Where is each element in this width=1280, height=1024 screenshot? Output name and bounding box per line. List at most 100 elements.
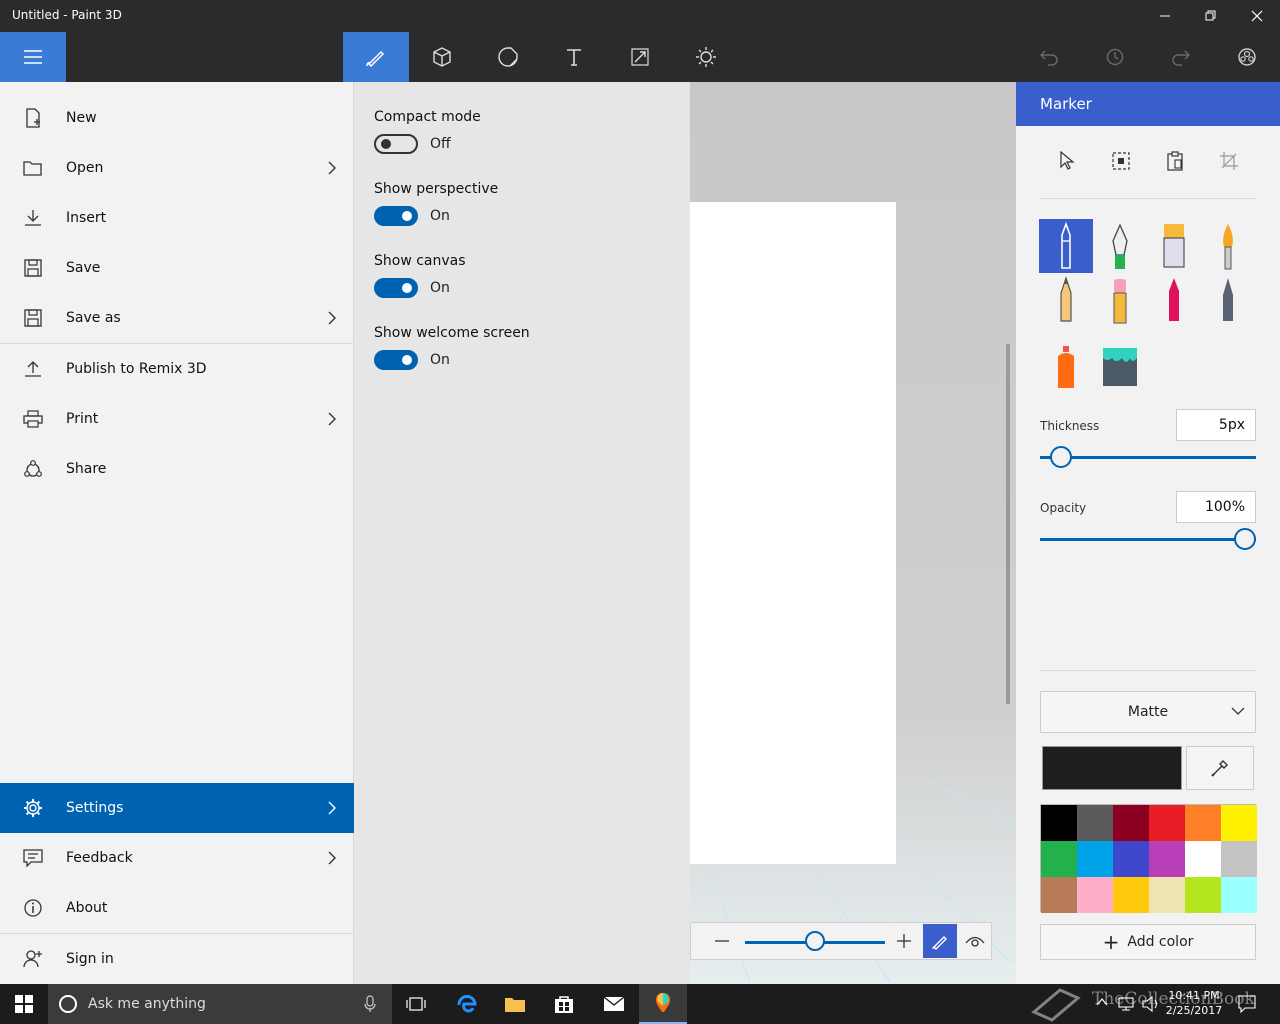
eyedropper-button[interactable] (1186, 746, 1254, 790)
palette-swatch[interactable] (1185, 841, 1221, 877)
notification-icon[interactable] (1238, 995, 1256, 1013)
palette-swatch[interactable] (1113, 805, 1149, 841)
palette-swatch[interactable] (1113, 841, 1149, 877)
palette-swatch[interactable] (1041, 877, 1077, 913)
palette-swatch[interactable] (1077, 805, 1113, 841)
tab-text[interactable] (541, 32, 607, 82)
palette-swatch[interactable] (1221, 877, 1257, 913)
opacity-input[interactable]: 100% (1176, 491, 1256, 523)
palette-swatch[interactable] (1185, 877, 1221, 913)
tab-art-tools[interactable] (343, 32, 409, 82)
palette-swatch[interactable] (1221, 841, 1257, 877)
microphone-icon[interactable] (364, 995, 376, 1013)
menu-button[interactable] (0, 32, 66, 82)
taskbar-search[interactable]: Ask me anything (48, 984, 392, 1024)
menu-item-open[interactable]: Open (0, 143, 354, 193)
palette-swatch[interactable] (1221, 805, 1257, 841)
tab-effects[interactable] (673, 32, 739, 82)
window-title: Untitled - Paint 3D (12, 8, 122, 22)
menu-item-settings[interactable]: Settings (0, 783, 354, 833)
minimize-button[interactable] (1142, 0, 1188, 32)
panel-title: Marker (1040, 95, 1092, 113)
start-button[interactable] (0, 984, 48, 1024)
taskbar-paint-3d[interactable] (639, 984, 687, 1024)
chevron-right-icon (328, 161, 336, 175)
brush-calligraphy-pen[interactable] (1093, 219, 1147, 273)
thickness-input[interactable]: 5px (1176, 409, 1256, 441)
brush-watercolor[interactable] (1201, 219, 1255, 273)
taskbar-clock[interactable]: 10:41 PM 2/25/2017 (1160, 988, 1228, 1018)
brush-pencil[interactable] (1201, 273, 1255, 327)
palette-swatch[interactable] (1185, 805, 1221, 841)
task-view-button[interactable] (392, 984, 440, 1024)
share-icon (22, 458, 44, 480)
taskbar-mail[interactable] (590, 984, 638, 1024)
redo-button[interactable] (1158, 32, 1204, 82)
tab-stickers[interactable] (475, 32, 541, 82)
close-button[interactable] (1234, 0, 1280, 32)
opacity-slider[interactable] (1040, 538, 1256, 541)
zoom-out-button[interactable] (709, 923, 735, 959)
drawing-canvas[interactable] (690, 202, 896, 864)
volume-icon[interactable] (1142, 996, 1160, 1012)
palette-swatch[interactable] (1149, 877, 1185, 913)
opacity-slider-thumb[interactable] (1234, 528, 1256, 550)
menu-item-feedback[interactable]: Feedback (0, 833, 354, 883)
show-canvas-toggle[interactable] (374, 278, 418, 298)
show-welcome-toggle[interactable] (374, 350, 418, 370)
select-tool-button[interactable] (1052, 146, 1082, 176)
finish-dropdown[interactable]: Matte (1040, 691, 1256, 733)
brush-crayon[interactable] (1147, 273, 1201, 327)
taskbar-file-explorer[interactable] (491, 984, 539, 1024)
zoom-slider-thumb[interactable] (805, 931, 825, 951)
palette-swatch[interactable] (1041, 841, 1077, 877)
menu-item-insert[interactable]: Insert (0, 193, 354, 243)
palette-swatch[interactable] (1077, 877, 1113, 913)
brush-marker[interactable] (1039, 219, 1093, 273)
remix-community-button[interactable] (1224, 32, 1270, 82)
menu-item-save-as[interactable]: Save as (0, 293, 354, 343)
history-button[interactable] (1092, 32, 1138, 82)
tab-3d-objects[interactable] (409, 32, 475, 82)
insert-icon (22, 207, 44, 229)
thickness-slider[interactable] (1040, 456, 1256, 459)
palette-swatch[interactable] (1077, 841, 1113, 877)
add-color-button[interactable]: + Add color (1040, 924, 1256, 960)
palette-swatch[interactable] (1149, 841, 1185, 877)
panel-divider (1040, 198, 1256, 199)
menu-item-about[interactable]: About (0, 883, 354, 933)
taskbar-store[interactable] (540, 984, 588, 1024)
zoom-in-button[interactable] (891, 923, 917, 959)
undo-button[interactable] (1026, 32, 1072, 82)
taskbar-edge[interactable] (443, 984, 491, 1024)
network-icon[interactable] (1118, 997, 1134, 1011)
draw-mode-button[interactable] (923, 924, 957, 958)
brush-spray-can[interactable] (1039, 340, 1093, 394)
menu-item-print[interactable]: Print (0, 394, 354, 444)
menu-item-sign-in[interactable]: Sign in (0, 934, 354, 984)
crop-button[interactable] (1214, 146, 1244, 176)
current-color-swatch[interactable] (1042, 746, 1182, 790)
restore-button[interactable] (1188, 0, 1234, 32)
brush-pixel-pen[interactable] (1039, 273, 1093, 327)
brush-oil[interactable] (1147, 219, 1201, 273)
thickness-label: Thickness (1040, 419, 1100, 433)
tab-canvas[interactable] (607, 32, 673, 82)
menu-item-new[interactable]: New (0, 93, 354, 143)
palette-swatch[interactable] (1113, 877, 1149, 913)
paste-button[interactable] (1160, 146, 1190, 176)
brush-fill[interactable] (1093, 340, 1147, 394)
palette-swatch[interactable] (1041, 805, 1077, 841)
menu-item-share[interactable]: Share (0, 444, 354, 494)
magic-select-button[interactable] (1106, 146, 1136, 176)
brush-eraser[interactable] (1093, 273, 1147, 327)
view-mode-button[interactable] (959, 923, 991, 959)
vertical-scrollbar[interactable] (1006, 344, 1010, 704)
palette-swatch[interactable] (1149, 805, 1185, 841)
menu-item-publish[interactable]: Publish to Remix 3D (0, 344, 354, 394)
show-hidden-icons-icon[interactable] (1096, 997, 1108, 1007)
compact-mode-toggle[interactable] (374, 134, 418, 154)
menu-item-save[interactable]: Save (0, 243, 354, 293)
show-perspective-toggle[interactable] (374, 206, 418, 226)
thickness-slider-thumb[interactable] (1049, 446, 1072, 468)
